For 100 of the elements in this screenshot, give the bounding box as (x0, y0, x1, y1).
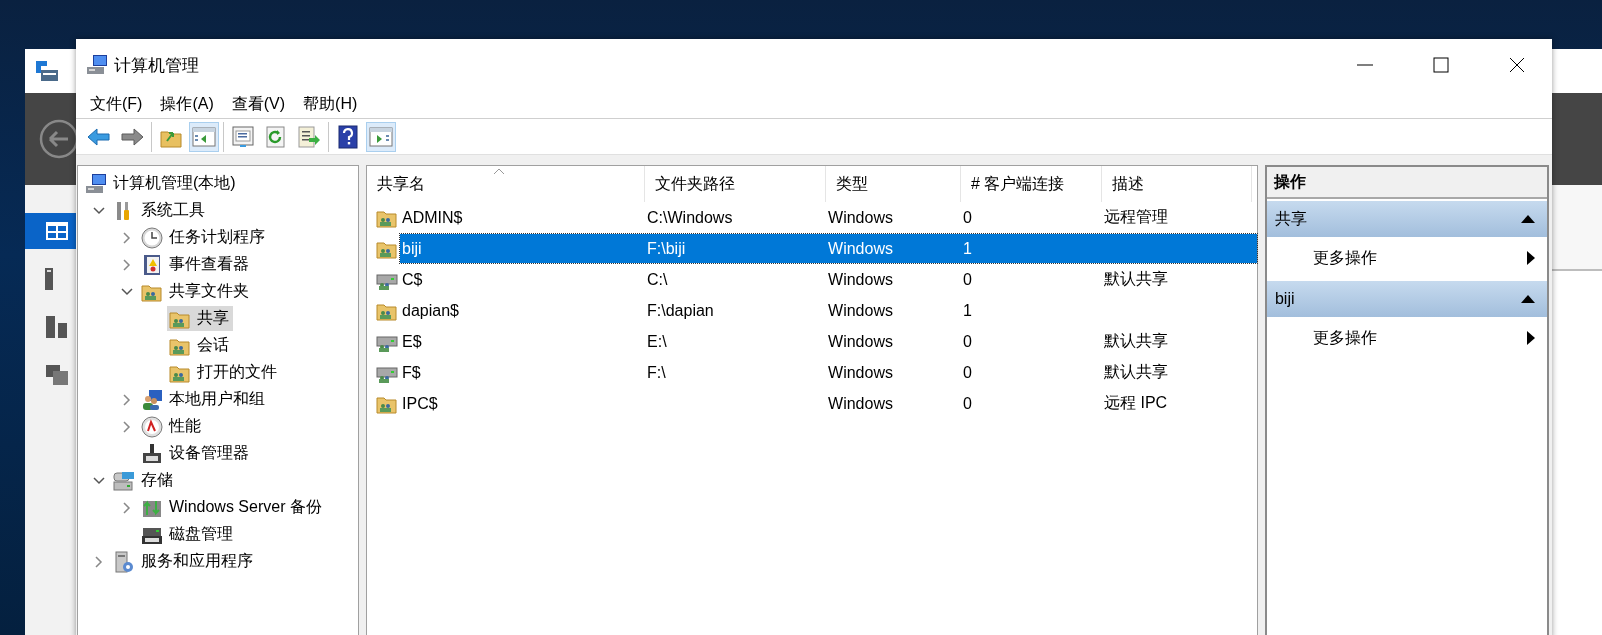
gauge-icon (141, 415, 163, 438)
table-cell-text: C:\Windows (646, 208, 734, 227)
sort-ascending-icon (493, 168, 506, 175)
table-cell-text: 0 (962, 332, 973, 351)
tree-item[interactable]: 存储 (111, 468, 177, 493)
server-icon (113, 550, 135, 573)
tree-item[interactable]: 打开的文件 (167, 360, 281, 385)
help-icon (337, 124, 359, 149)
table-cell-text: Windows (827, 363, 894, 382)
table-row[interactable]: biji F:\biji Windows 1 (400, 234, 1257, 263)
tree-item[interactable]: 计算机管理(本地) (83, 171, 240, 196)
submenu-arrow-icon (1527, 331, 1535, 345)
chevron-right-icon[interactable] (95, 555, 103, 568)
table-row[interactable]: F$ F:\ Windows 0 默认共享 (400, 358, 1257, 387)
action-group-header[interactable]: biji (1266, 281, 1547, 317)
chevron-right-icon[interactable] (123, 231, 131, 244)
table-cell-text: F:\ (646, 363, 667, 382)
column-header[interactable]: 共享名 (367, 166, 646, 202)
minimize-icon (1357, 64, 1373, 66)
table-cell-text: Windows (827, 270, 894, 289)
server-manager-icon (35, 60, 59, 82)
menu-item[interactable]: 操作(A) (152, 92, 222, 117)
table-cell-text: 远程 IPC (1103, 393, 1169, 413)
column-header[interactable]: 描述 (1102, 166, 1253, 202)
table-cell-text: 1 (962, 301, 973, 320)
table-cell-text: F$ (401, 363, 422, 382)
clock-icon (141, 226, 163, 249)
table-cell-text: 0 (962, 270, 973, 289)
close-icon (1509, 57, 1525, 73)
servers-icon (45, 315, 69, 339)
computer-icon (85, 172, 107, 195)
table-cell-text: Windows (827, 394, 894, 413)
pane-title: 操作 (1273, 171, 1306, 192)
computer-icon (86, 54, 108, 76)
refresh-icon (265, 125, 287, 148)
table-cell-text: 0 (962, 208, 973, 227)
table-cell-text: 默认共享 (1103, 269, 1170, 289)
collapse-triangle-icon (1521, 215, 1535, 223)
table-cell-text: ADMIN$ (401, 208, 464, 227)
action-item[interactable]: 更多操作 (1266, 237, 1547, 279)
table-cell-text: 默认共享 (1103, 331, 1170, 351)
tree-item[interactable]: 系统工具 (111, 198, 209, 223)
table-cell-text: C$ (401, 270, 424, 289)
menu-item[interactable]: 查看(V) (223, 92, 294, 117)
chevron-right-icon[interactable] (123, 420, 131, 433)
tree-item[interactable]: 设备管理器 (139, 441, 253, 466)
menu-item[interactable]: 帮助(H) (295, 92, 366, 117)
action-item[interactable]: 更多操作 (1266, 317, 1547, 359)
table-row[interactable]: E$ E:\ Windows 0 默认共享 (400, 327, 1257, 356)
dashboard-icon (45, 221, 69, 241)
tree-item[interactable]: 事件查看器 (139, 252, 253, 277)
chevron-down-icon[interactable] (121, 287, 133, 296)
tree-item[interactable]: 服务和应用程序 (111, 549, 257, 574)
tree-item[interactable]: 性能 (139, 414, 205, 439)
table-row[interactable]: C$ C:\ Windows 0 默认共享 (400, 265, 1257, 294)
chevron-right-icon[interactable] (123, 393, 131, 406)
table-cell-text: F:\dapian (646, 301, 715, 320)
export-list-icon (297, 125, 321, 148)
table-row[interactable]: IPC$ Windows 0 远程 IPC (400, 389, 1257, 418)
menu-item[interactable]: 文件(F) (82, 92, 151, 117)
table-cell-text: F:\biji (646, 239, 687, 258)
table-cell-text: E:\ (646, 332, 668, 351)
device-icon (141, 442, 163, 465)
chevron-right-icon[interactable] (123, 258, 131, 271)
users-icon (141, 388, 163, 411)
back-arrow-icon (87, 126, 111, 147)
tree-item[interactable]: 任务计划程序 (139, 225, 269, 250)
event-log-icon (141, 253, 163, 276)
column-header[interactable]: 文件夹路径 (645, 166, 827, 202)
table-cell-text: 0 (962, 363, 973, 382)
tree-item[interactable]: Windows Server 备份 (139, 495, 326, 520)
collapse-triangle-icon (1521, 295, 1535, 303)
table-row[interactable]: ADMIN$ C:\Windows Windows 0 远程管理 (400, 203, 1257, 232)
chevron-right-icon[interactable] (123, 501, 131, 514)
forward-arrow-icon (120, 126, 144, 147)
table-cell-text: 默认共享 (1103, 362, 1170, 382)
tree-item[interactable]: 共享文件夹 (139, 279, 253, 304)
table-cell-text: 1 (962, 239, 973, 258)
action-group-header[interactable]: 共享 (1266, 201, 1547, 237)
table-cell-text: Windows (827, 301, 894, 320)
tree-item[interactable]: 磁盘管理 (139, 522, 237, 547)
file-services-icon (45, 364, 69, 386)
back-circle-icon (39, 119, 79, 159)
properties-window-icon (231, 125, 255, 148)
table-cell-text: C:\ (646, 270, 669, 289)
chevron-down-icon[interactable] (93, 206, 105, 215)
server-icon (45, 267, 53, 291)
table-cell-text: dapian$ (401, 301, 460, 320)
tree-item[interactable]: 本地用户和组 (139, 387, 269, 412)
column-header[interactable]: # 客户端连接 (961, 166, 1103, 202)
sidebar-item[interactable] (25, 213, 76, 249)
chevron-down-icon[interactable] (93, 476, 105, 485)
column-header[interactable]: 类型 (826, 166, 962, 202)
table-cell-text: Windows (827, 208, 894, 227)
table-cell-text: 0 (962, 394, 973, 413)
tree-item[interactable]: 会话 (167, 333, 233, 358)
table-row[interactable]: dapian$ F:\dapian Windows 1 (400, 296, 1257, 325)
tree-panel-icon (192, 126, 216, 147)
maximize-icon (1433, 57, 1449, 73)
tree-item[interactable]: 共享 (167, 306, 233, 331)
